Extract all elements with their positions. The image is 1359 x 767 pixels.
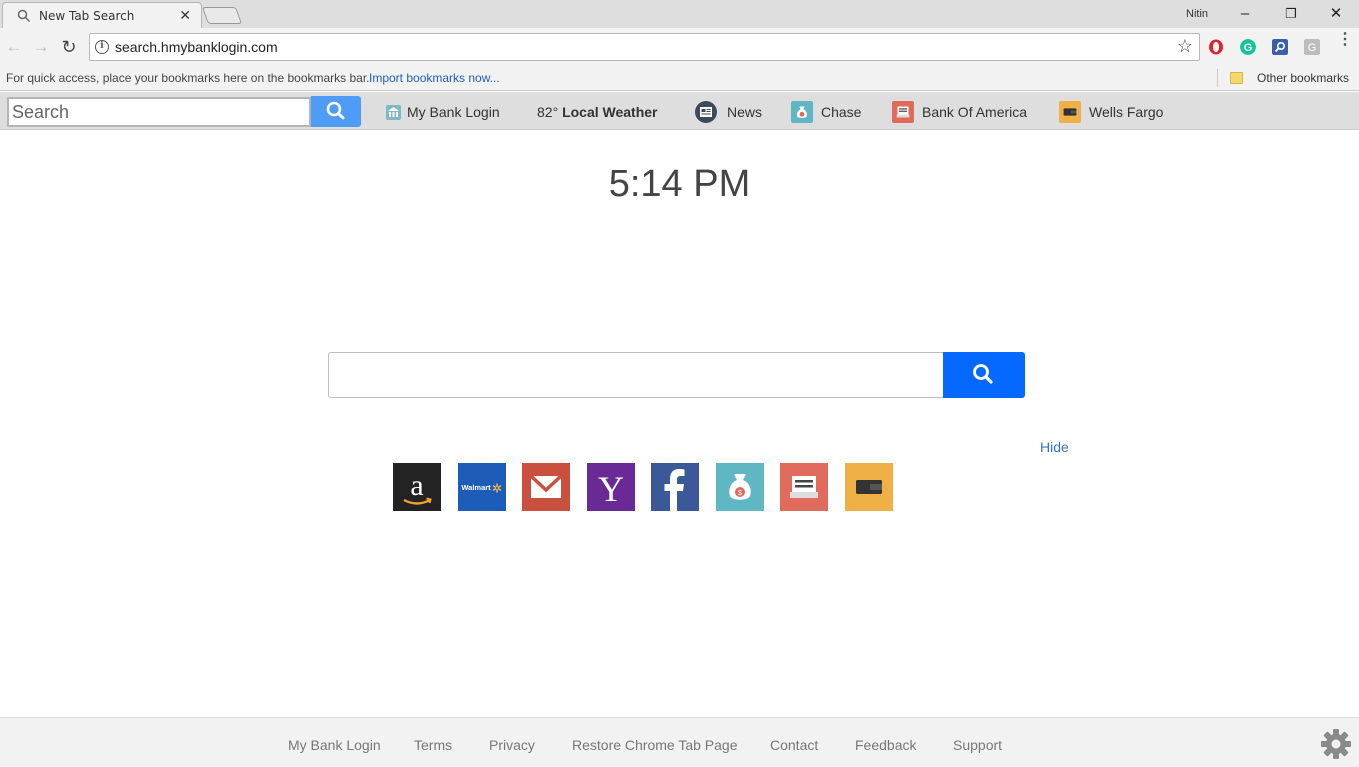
wallet-icon xyxy=(1059,101,1081,123)
clock: 5:14 PM xyxy=(608,163,751,205)
footer-support-link[interactable]: Support xyxy=(953,737,1002,753)
footer: My Bank Login Terms Privacy Restore Chro… xyxy=(0,717,1359,767)
svg-text:$: $ xyxy=(738,490,742,497)
yahoo-tile[interactable]: Y xyxy=(587,463,635,511)
chase-tile[interactable]: $ xyxy=(716,463,764,511)
bank-of-america-label: Bank Of America xyxy=(922,104,1028,120)
svg-text:G: G xyxy=(1308,42,1317,54)
footer-privacy-link[interactable]: Privacy xyxy=(489,737,535,753)
gear-icon[interactable] xyxy=(1319,727,1353,761)
footer-my-bank-login-link[interactable]: My Bank Login xyxy=(288,737,381,753)
toolbar-search-button[interactable] xyxy=(311,96,361,127)
money-bag-icon xyxy=(791,101,813,123)
toolbar-search-input[interactable] xyxy=(7,97,311,127)
news-link[interactable]: News xyxy=(695,101,763,123)
g-extension-icon[interactable]: G xyxy=(1304,39,1320,55)
profile-name[interactable]: Nitin xyxy=(1186,8,1208,20)
search-extension-icon[interactable] xyxy=(1272,39,1288,55)
extension-toolbar: My Bank Login 82° Local Weather News Cha… xyxy=(0,92,1359,130)
bank-icon xyxy=(386,104,401,120)
wells-fargo-tile[interactable] xyxy=(845,463,893,511)
svg-text:Y: Y xyxy=(598,469,624,509)
weather-label: Local Weather xyxy=(562,104,658,120)
other-bookmarks[interactable]: Other bookmarks xyxy=(1257,71,1349,85)
wells-fargo-link[interactable]: Wells Fargo xyxy=(1059,101,1164,123)
bookmarks-bar: For quick access, place your bookmarks h… xyxy=(0,66,1359,91)
search-icon xyxy=(973,364,993,384)
amazon-tile[interactable]: a xyxy=(393,463,441,511)
my-bank-login-link[interactable]: My Bank Login xyxy=(386,103,500,121)
forward-button[interactable]: → xyxy=(31,37,51,57)
facebook-tile[interactable] xyxy=(651,463,699,511)
search-icon xyxy=(17,9,31,23)
address-bar[interactable]: i search.hmybanklogin.com ☆ xyxy=(89,33,1200,61)
card-reader-icon xyxy=(892,101,914,123)
svg-text:a: a xyxy=(410,469,423,502)
tab-title: New Tab Search xyxy=(39,9,135,23)
close-window-button[interactable]: ✕ xyxy=(1321,4,1351,24)
svg-text:G: G xyxy=(1244,42,1253,54)
hide-link[interactable]: Hide xyxy=(1040,439,1069,455)
footer-contact-link[interactable]: Contact xyxy=(770,737,818,753)
weather-temperature: 82° xyxy=(537,104,559,120)
tab-close-icon[interactable]: ✕ xyxy=(179,7,191,24)
my-bank-login-label: My Bank Login xyxy=(407,104,500,120)
info-icon[interactable]: i xyxy=(95,40,109,54)
bank-of-america-tile[interactable] xyxy=(780,463,828,511)
search-icon xyxy=(326,101,345,120)
local-weather-link[interactable]: 82° Local Weather xyxy=(537,103,658,121)
import-bookmarks-link[interactable]: Import bookmarks now... xyxy=(369,71,500,85)
grammarly-icon[interactable]: G xyxy=(1240,39,1256,55)
svg-text:Walmart: Walmart xyxy=(461,483,491,492)
bank-of-america-link[interactable]: Bank Of America xyxy=(892,101,1028,123)
browser-menu-icon[interactable]: ⋮ xyxy=(1337,32,1353,48)
main-search-input[interactable] xyxy=(328,352,944,398)
title-bar: New Tab Search ✕ Nitin – ❐ ✕ xyxy=(0,0,1359,29)
wells-fargo-label: Wells Fargo xyxy=(1089,104,1164,120)
walmart-tile[interactable]: Walmart xyxy=(458,463,506,511)
footer-restore-link[interactable]: Restore Chrome Tab Page xyxy=(572,737,738,753)
back-button[interactable]: ← xyxy=(4,37,24,57)
chase-link[interactable]: Chase xyxy=(791,101,862,123)
opera-icon[interactable] xyxy=(1208,39,1224,55)
divider xyxy=(1217,69,1218,87)
news-icon xyxy=(695,101,717,123)
folder-icon xyxy=(1230,72,1243,84)
url-text[interactable]: search.hmybanklogin.com xyxy=(115,39,278,55)
chase-label: Chase xyxy=(821,104,862,120)
gmail-tile[interactable] xyxy=(522,463,570,511)
minimize-button[interactable]: – xyxy=(1230,4,1260,24)
bookmarks-hint: For quick access, place your bookmarks h… xyxy=(6,71,370,85)
footer-terms-link[interactable]: Terms xyxy=(414,737,452,753)
restore-button[interactable]: ❐ xyxy=(1276,4,1306,24)
footer-feedback-link[interactable]: Feedback xyxy=(855,737,916,753)
news-label: News xyxy=(727,104,763,120)
browser-toolbar: ← → ↻ i search.hmybanklogin.com ☆ G G ⋮ xyxy=(0,28,1359,66)
new-tab-button[interactable] xyxy=(201,7,243,24)
browser-tab[interactable]: New Tab Search ✕ xyxy=(2,2,202,29)
reload-button[interactable]: ↻ xyxy=(59,37,79,57)
main-search-button[interactable] xyxy=(943,352,1025,398)
bookmark-star-icon[interactable]: ☆ xyxy=(1177,36,1193,57)
